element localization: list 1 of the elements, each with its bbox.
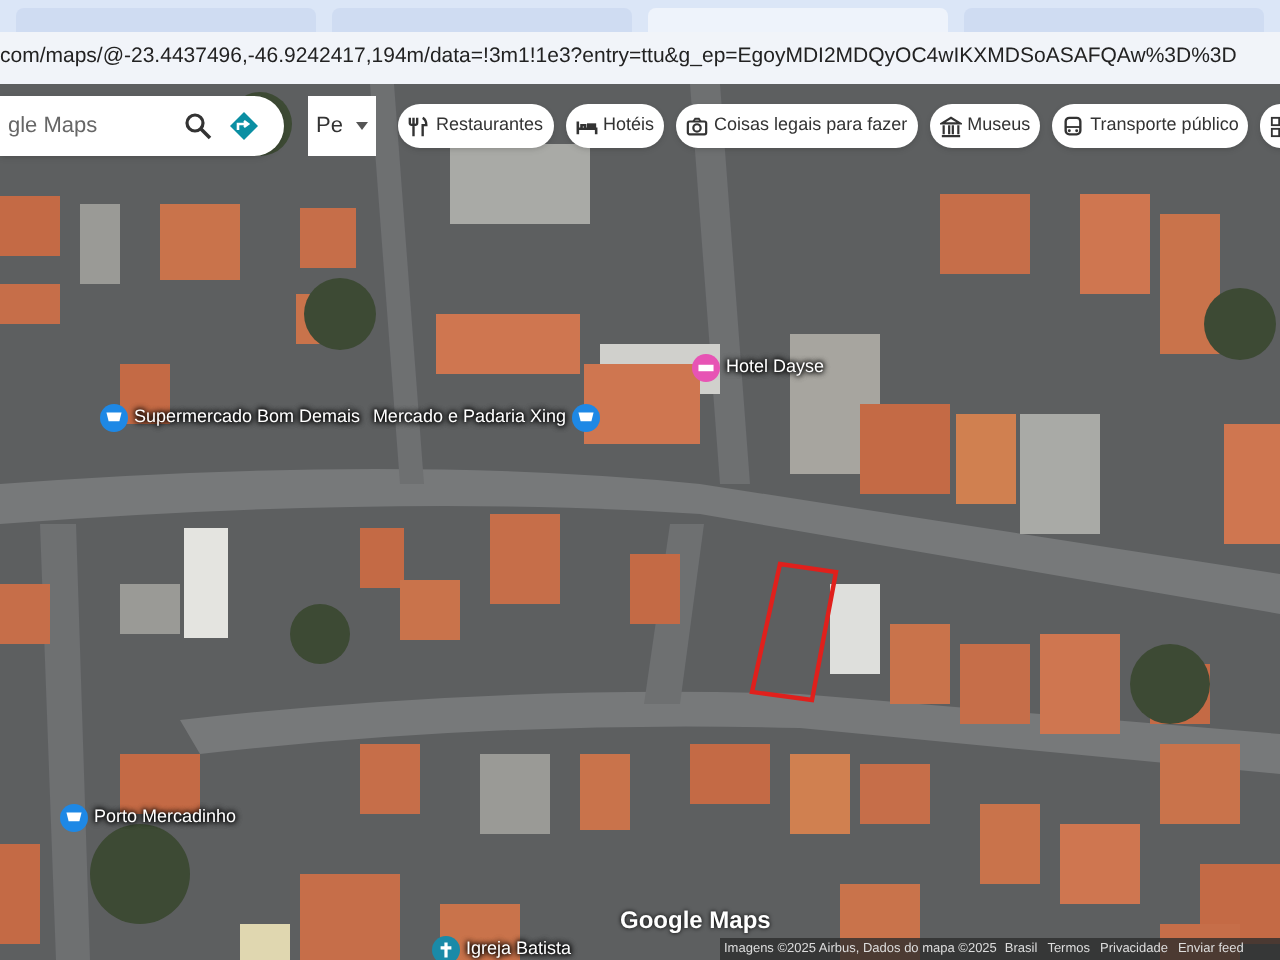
map-logo: Google Maps (620, 904, 771, 938)
